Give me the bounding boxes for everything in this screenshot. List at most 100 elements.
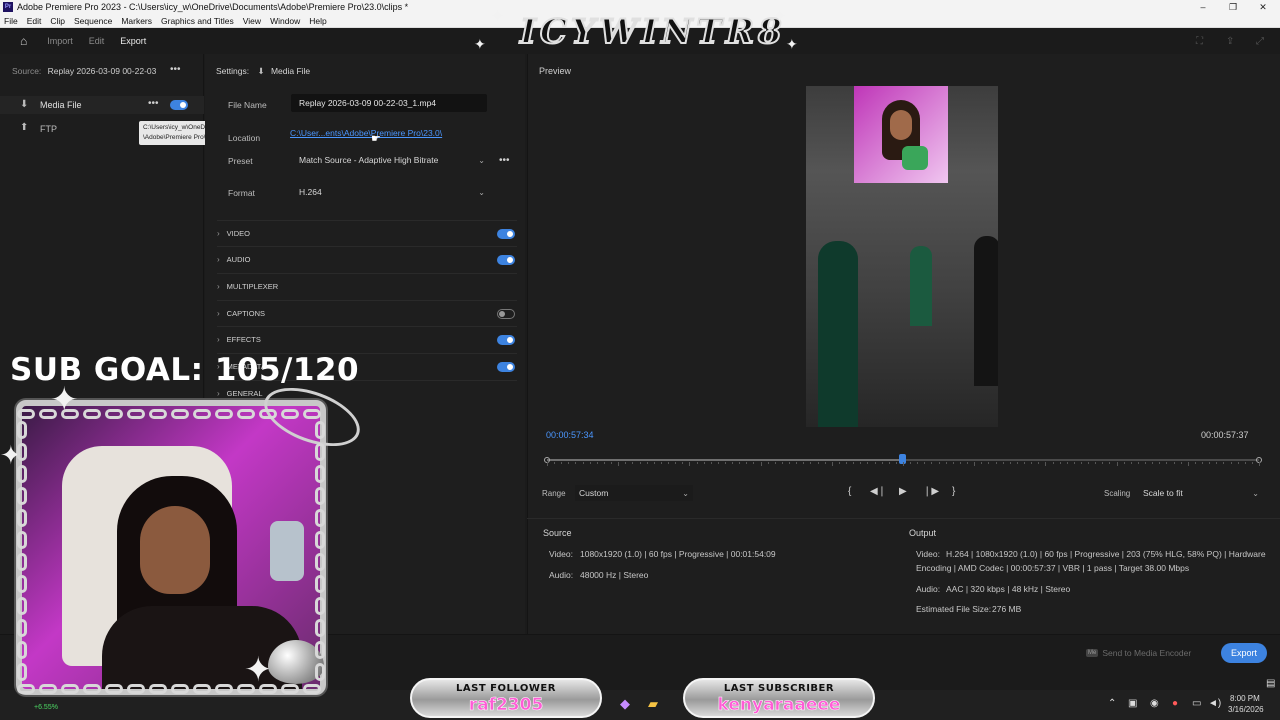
microphone-icon[interactable]: ● (1172, 698, 1178, 709)
timeline-tick (860, 462, 862, 464)
timeline-tick (1024, 462, 1026, 464)
tab-export[interactable]: Export (120, 36, 146, 46)
copilot-icon[interactable]: ◆ (620, 696, 630, 712)
share-icon[interactable]: ⇪ (1226, 36, 1234, 47)
media-file-toggle[interactable] (170, 100, 188, 110)
chain-link (315, 531, 325, 549)
preset-menu-button[interactable]: ••• (499, 155, 510, 166)
premiere-logo-icon: Pr (3, 2, 13, 12)
minimize-button[interactable]: – (1188, 0, 1218, 14)
timeline-tick (739, 462, 741, 464)
scaling-dropdown[interactable]: Scale to fit ⌄ (1139, 485, 1259, 501)
step-back-icon[interactable]: ◀❘ (870, 486, 886, 497)
menu-help[interactable]: Help (309, 16, 326, 26)
range-dropdown[interactable]: Custom ⌄ (575, 485, 693, 501)
chain-link (17, 409, 35, 419)
tray-app-icon[interactable]: ▣ (1128, 698, 1137, 709)
chevron-right-icon: › (217, 335, 220, 344)
range-label: Range (542, 489, 566, 498)
tab-import[interactable]: Import (47, 36, 73, 46)
tab-edit[interactable]: Edit (89, 36, 105, 46)
chain-link (17, 509, 27, 527)
metadata-toggle[interactable] (497, 362, 515, 372)
timeline-tick (1244, 462, 1246, 464)
video-toggle[interactable] (497, 229, 515, 239)
set-out-icon[interactable]: } (952, 486, 955, 497)
notification-icon[interactable]: ▤ (1266, 678, 1275, 689)
file-name-label: File Name (228, 100, 267, 110)
volume-icon[interactable]: ◄) (1208, 698, 1221, 709)
file-explorer-icon[interactable]: ▰ (648, 696, 658, 712)
chain-link (149, 409, 167, 419)
tray-chevron-icon[interactable]: ⌃ (1108, 698, 1116, 709)
chain-link (17, 641, 27, 659)
section-effects[interactable]: › EFFECTS (217, 326, 517, 352)
export-button[interactable]: Export (1221, 643, 1267, 663)
tray-app-icon[interactable]: ◉ (1150, 698, 1159, 709)
timeline-tick (1159, 462, 1161, 464)
timeline-tick (924, 462, 926, 464)
menu-window[interactable]: Window (270, 16, 300, 26)
network-icon[interactable]: ▭ (1192, 698, 1201, 709)
section-multiplexer[interactable]: › MULTIPLEXER (217, 273, 517, 299)
chain-link (315, 465, 325, 483)
effects-toggle[interactable] (497, 335, 515, 345)
menu-view[interactable]: View (243, 16, 261, 26)
format-dropdown[interactable]: H.264 ⌄ (295, 184, 485, 200)
chain-link (17, 421, 27, 439)
timeline-tick (1088, 462, 1090, 464)
timeline-tick (781, 462, 783, 464)
media-encoder-icon: Me (1086, 649, 1099, 657)
media-file-menu-button[interactable]: ••• (148, 98, 159, 109)
timeline-tick (1102, 462, 1104, 464)
chain-link (17, 531, 27, 549)
home-icon[interactable]: ⌂ (20, 34, 27, 48)
section-video[interactable]: › VIDEO (217, 220, 517, 246)
timeline-tick (1031, 462, 1033, 464)
chain-link (259, 409, 277, 419)
destination-media-file[interactable]: ⬇ Media File ••• (0, 96, 204, 114)
menu-file[interactable]: File (4, 16, 18, 26)
window-title: Adobe Premiere Pro 2023 - C:\Users\icy_w… (17, 2, 409, 12)
chevron-down-icon: ⌄ (478, 187, 485, 197)
timeline-tick (895, 462, 897, 464)
expand-icon[interactable]: ⤢ (1256, 36, 1264, 47)
source-video-label: Video: (549, 549, 573, 559)
menu-clip[interactable]: Clip (50, 16, 65, 26)
audio-toggle[interactable] (497, 255, 515, 265)
menu-markers[interactable]: Markers (121, 16, 152, 26)
section-captions[interactable]: › CAPTIONS (217, 300, 517, 326)
clock-date: 3/16/2026 (1228, 705, 1264, 714)
chain-link (17, 597, 27, 615)
preset-dropdown[interactable]: Match Source - Adaptive High Bitrate ⌄ (295, 152, 485, 168)
captions-toggle[interactable] (497, 309, 515, 319)
timeline-tick (967, 462, 969, 464)
timeline-tick (1173, 462, 1175, 464)
location-link[interactable]: C:\User...ents\Adobe\Premiere Pro\23.0\ (290, 128, 442, 138)
timeline-tick (732, 462, 734, 464)
timeline-tick (1116, 462, 1118, 466)
close-button[interactable]: ✕ (1248, 0, 1278, 14)
menu-graphics[interactable]: Graphics and Titles (161, 16, 234, 26)
timeline-tick (938, 462, 940, 464)
set-in-icon[interactable]: { (848, 486, 851, 497)
source-menu-button[interactable]: ••• (170, 64, 181, 75)
restore-button[interactable]: ❐ (1218, 0, 1248, 14)
timeline-tick (603, 462, 605, 464)
step-forward-icon[interactable]: ❘▶ (923, 486, 939, 497)
chain-link (83, 684, 101, 694)
fullscreen-icon[interactable]: ⛶ (1196, 36, 1203, 47)
timeline-scrubber[interactable] (544, 452, 1262, 466)
file-name-input[interactable]: Replay 2026-03-09 00-22-03_1.mp4 (291, 94, 487, 112)
timeline-tick (1095, 462, 1097, 464)
timeline-tick (1194, 462, 1196, 464)
menu-sequence[interactable]: Sequence (74, 16, 112, 26)
chain-link (315, 421, 325, 439)
last-subscriber-name: kenyaraaeee (717, 695, 841, 716)
section-label: EFFECTS (226, 335, 261, 344)
send-to-media-encoder-button[interactable]: Me Send to Media Encoder (1086, 645, 1208, 661)
section-audio[interactable]: › AUDIO (217, 246, 517, 272)
play-icon[interactable]: ▶ (899, 486, 907, 497)
menu-edit[interactable]: Edit (27, 16, 42, 26)
chevron-down-icon: ⌄ (682, 488, 689, 498)
